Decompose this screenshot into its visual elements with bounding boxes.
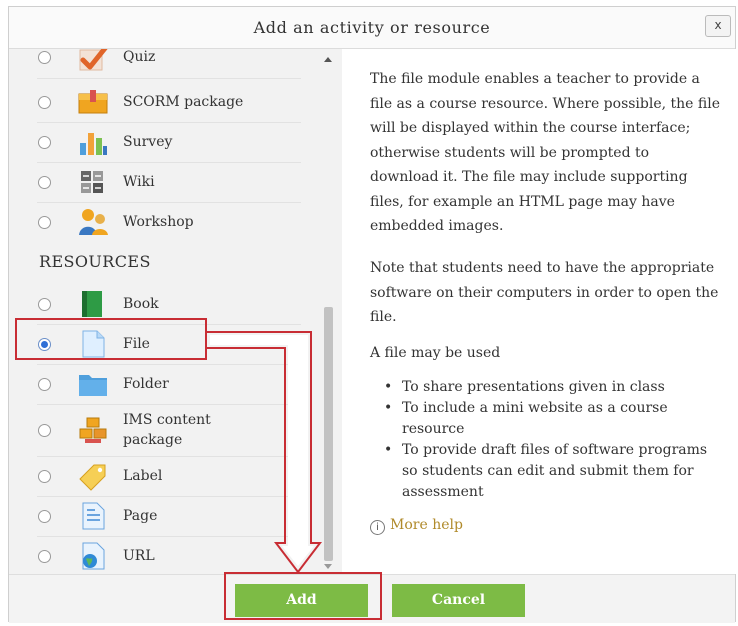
annotation-arrow (207, 331, 323, 574)
